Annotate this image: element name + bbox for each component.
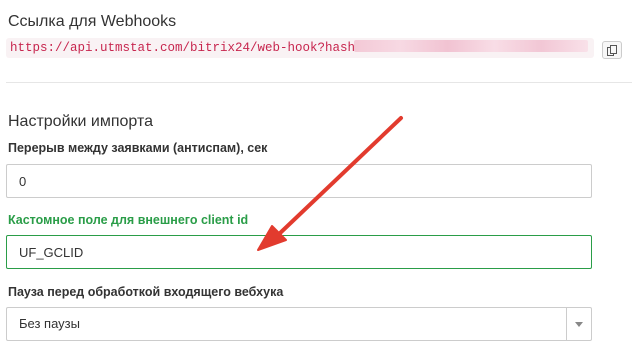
copy-icon [607, 45, 617, 56]
redacted-hash [354, 40, 588, 52]
select-toggle[interactable] [566, 308, 591, 340]
import-settings-title: Настройки импорта [8, 113, 153, 130]
pause-select[interactable]: Без паузы [6, 307, 592, 341]
antispam-input[interactable] [6, 164, 592, 198]
copy-button[interactable] [602, 41, 622, 59]
client-id-label: Кастомное поле для внешнего client id [8, 213, 249, 227]
section-divider [6, 82, 632, 83]
chevron-down-icon [575, 322, 583, 327]
pause-select-value: Без паузы [19, 316, 80, 331]
webhook-link-row: https://api.utmstat.com/bitrix24/web-hoo… [0, 36, 640, 64]
antispam-label: Перерыв между заявками (антиспам), сек [8, 141, 268, 155]
webhook-section-title: Ссылка для Webhooks [8, 13, 177, 30]
client-id-input[interactable] [6, 235, 592, 269]
pause-label: Пауза перед обработкой входящего вебхука [8, 285, 284, 299]
